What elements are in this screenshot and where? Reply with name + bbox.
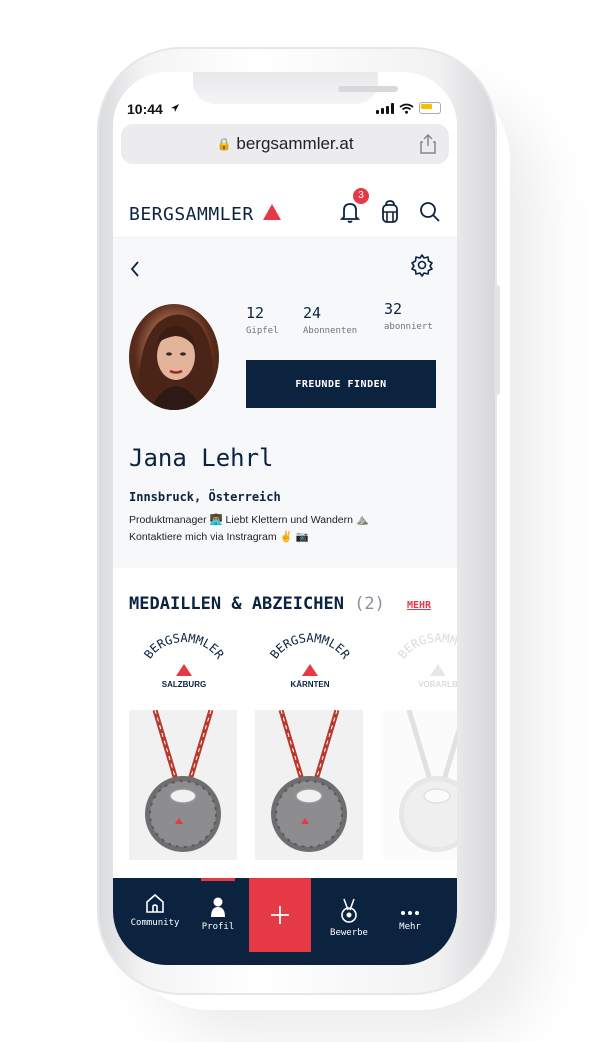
stat-label: abonniert	[384, 322, 433, 332]
medal-card[interactable]: BERGSAMMLER SALZBURG	[129, 628, 239, 864]
medal-image	[383, 709, 457, 860]
medal-card[interactable]: BERGSAMMLER KÄRNTEN	[255, 628, 365, 864]
medal-image	[255, 709, 363, 860]
browser-url-bar[interactable]: 🔒 bergsammler.at	[121, 124, 449, 164]
location-arrow-icon	[171, 104, 179, 112]
profile-location: Innsbruck, Österreich	[129, 490, 281, 504]
back-icon[interactable]	[127, 258, 143, 280]
app-header: BERGSAMMLER	[113, 177, 457, 238]
phone-notch	[193, 72, 398, 104]
plus-icon	[271, 906, 289, 924]
profile-section: 12 Gipfel 24 Abonnenten 32 abonniert FRE…	[113, 238, 457, 568]
stat-label: Gipfel	[246, 326, 279, 336]
badge-brand-text: BERGSAMMLER	[267, 631, 353, 662]
medal-card-locked[interactable]: BERGSAMMLER VORARLB	[383, 628, 457, 864]
tab-label: Profil	[201, 922, 235, 932]
stat-gipfel[interactable]: 12 Gipfel	[246, 304, 279, 336]
battery-icon	[419, 102, 441, 114]
medal-region: KÄRNTEN	[290, 680, 330, 689]
tab-profil[interactable]: Profil	[188, 896, 248, 932]
bio-line: Produktmanager 👨🏽‍💻 Liebt Klettern und W…	[129, 514, 369, 526]
signal-icon	[376, 102, 394, 114]
bio-line: Kontaktiere mich via Instragram ✌️ 📷	[129, 531, 309, 543]
logo-text[interactable]: BERGSAMMLER	[129, 204, 254, 225]
stat-abonnenten[interactable]: 24 Abonnenten	[303, 304, 357, 336]
tab-mehr[interactable]: Mehr	[380, 908, 440, 932]
section-title-text: MEDAILLEN & ABZEICHEN	[129, 594, 344, 614]
stat-value: 12	[246, 304, 265, 322]
tab-bewerbe[interactable]: Bewerbe	[319, 898, 379, 938]
lock-icon: 🔒	[216, 137, 232, 151]
status-icons	[376, 102, 441, 114]
find-friends-button[interactable]: FREUNDE FINDEN	[246, 360, 436, 408]
profile-bio: Produktmanager 👨🏽‍💻 Liebt Klettern und W…	[129, 512, 369, 546]
settings-gear-icon[interactable]	[409, 252, 435, 278]
stat-value: 32	[384, 300, 403, 318]
tab-label: Mehr	[399, 922, 421, 932]
user-icon	[211, 897, 225, 917]
home-icon	[146, 893, 164, 913]
medal-icon	[341, 898, 357, 923]
avatar[interactable]	[129, 304, 219, 410]
tab-community[interactable]: Community	[125, 892, 185, 928]
tab-label: Bewerbe	[330, 928, 368, 938]
phone-screen: 10:44 🔒 bergsammler.at BERGSAMMLER 3 12 …	[113, 72, 457, 965]
tab-label: Community	[130, 918, 180, 928]
medal-region: SALZBURG	[161, 680, 207, 689]
stat-label: Abonnenten	[303, 326, 358, 336]
more-dots-icon	[401, 911, 419, 915]
stat-value: 24	[303, 304, 322, 322]
status-time: 10:44	[127, 101, 163, 117]
speaker	[338, 86, 398, 92]
section-count: (2)	[354, 594, 385, 614]
badge-brand-text: BERGSAMMLER	[141, 631, 227, 662]
medal-region: VORARLB	[418, 680, 457, 689]
url-text: bergsammler.at	[236, 134, 354, 153]
search-icon[interactable]	[417, 199, 443, 225]
notification-badge: 3	[353, 188, 369, 204]
phone-side-button	[494, 285, 500, 395]
share-icon[interactable]	[419, 134, 437, 154]
section-title: MEDAILLEN & ABZEICHEN (2)	[129, 594, 385, 614]
profile-name: Jana Lehrl	[129, 444, 274, 472]
medals-section: MEDAILLEN & ABZEICHEN (2) MEHR BERGSAMML…	[113, 568, 457, 878]
medal-image	[129, 709, 237, 860]
logo-triangle-icon	[263, 204, 281, 220]
bottom-tab-bar: Community Profil Bewerbe Mehr	[113, 878, 457, 965]
stat-abonniert[interactable]: 32 abonniert	[384, 300, 433, 332]
badge-brand-text: BERGSAMMLER	[395, 631, 457, 662]
active-tab-indicator	[201, 878, 235, 881]
more-link[interactable]: MEHR	[407, 600, 431, 611]
add-button[interactable]	[249, 878, 311, 952]
backpack-icon[interactable]	[377, 199, 403, 225]
wifi-icon	[399, 103, 414, 114]
